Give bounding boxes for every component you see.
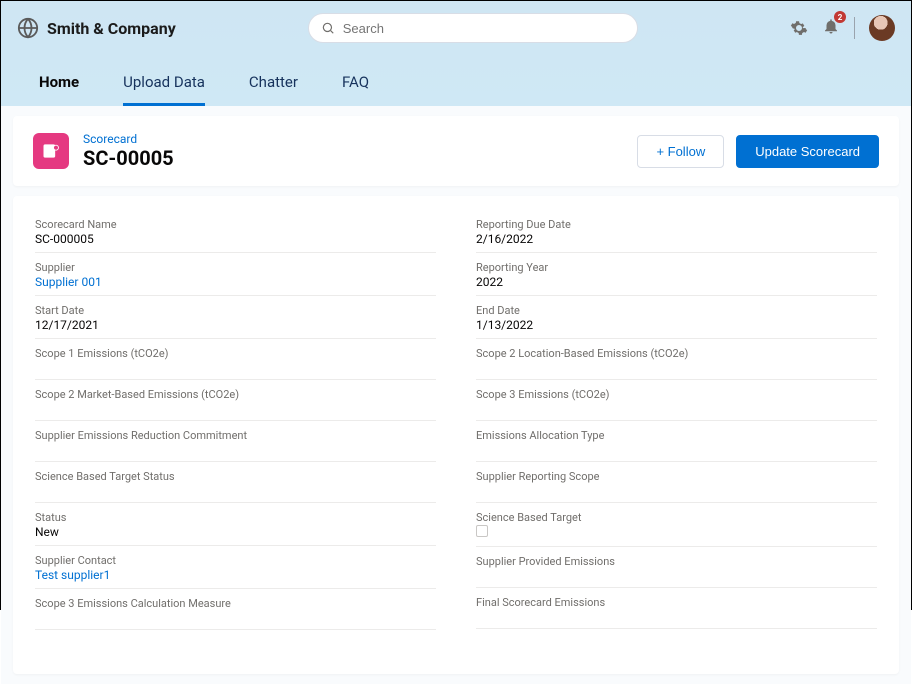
field-label: Supplier Contact xyxy=(35,554,436,567)
scorecard-object-icon xyxy=(33,133,69,169)
field-value xyxy=(476,569,877,581)
notification-badge: 2 xyxy=(834,11,846,23)
field-value: 12/17/2021 xyxy=(35,318,436,332)
field-row[interactable]: Reporting Due Date2/16/2022 xyxy=(476,214,877,253)
user-avatar[interactable] xyxy=(869,15,895,41)
field-label: Scope 2 Location-Based Emissions (tCO2e) xyxy=(476,347,877,360)
field-label: Science Based Target xyxy=(476,511,877,524)
page-content: Scorecard SC-00005 + Follow Update Score… xyxy=(1,106,911,684)
field-value xyxy=(35,611,436,623)
object-label[interactable]: Scorecard xyxy=(83,132,174,146)
setup-gear-icon[interactable] xyxy=(790,19,808,37)
topbar: Smith & Company 2 xyxy=(1,1,911,43)
nav-home[interactable]: Home xyxy=(39,73,79,106)
field-value[interactable]: Test supplier1 xyxy=(35,568,436,582)
field-label: End Date xyxy=(476,304,877,317)
field-value: New xyxy=(35,525,436,539)
primary-nav: Home Upload Data Chatter FAQ xyxy=(1,43,911,106)
field-label: Start Date xyxy=(35,304,436,317)
field-value: 2/16/2022 xyxy=(476,232,877,246)
field-value xyxy=(476,443,877,455)
brand[interactable]: Smith & Company xyxy=(17,17,176,39)
field-label: Supplier Provided Emissions xyxy=(476,555,877,568)
field-row[interactable]: Science Based Target Status xyxy=(35,466,436,503)
global-search[interactable] xyxy=(308,13,638,43)
update-scorecard-button[interactable]: Update Scorecard xyxy=(736,135,879,168)
record-header: Scorecard SC-00005 + Follow Update Score… xyxy=(13,116,899,186)
field-value xyxy=(476,361,877,373)
checkbox-unchecked xyxy=(476,525,488,537)
follow-button[interactable]: + Follow xyxy=(637,135,724,168)
record-actions: + Follow Update Scorecard xyxy=(637,135,879,168)
field-label: Scorecard Name xyxy=(35,218,436,231)
field-row[interactable]: Scope 3 Emissions (tCO2e) xyxy=(476,384,877,421)
field-row[interactable]: Start Date12/17/2021 xyxy=(35,300,436,339)
field-row[interactable]: Supplier Reporting Scope xyxy=(476,466,877,503)
header-utilities: 2 xyxy=(790,15,895,41)
detail-panel: Scorecard NameSC-000005SupplierSupplier … xyxy=(13,196,899,674)
field-row[interactable]: SupplierSupplier 001 xyxy=(35,257,436,296)
field-row[interactable]: Scope 2 Location-Based Emissions (tCO2e) xyxy=(476,343,877,380)
field-value xyxy=(476,610,877,622)
field-value xyxy=(476,484,877,496)
field-row[interactable]: Scope 1 Emissions (tCO2e) xyxy=(35,343,436,380)
brand-name: Smith & Company xyxy=(47,19,176,38)
field-label: Reporting Due Date xyxy=(476,218,877,231)
field-row[interactable]: Supplier ContactTest supplier1 xyxy=(35,550,436,589)
field-row[interactable]: Supplier Provided Emissions xyxy=(476,551,877,588)
detail-col-left: Scorecard NameSC-000005SupplierSupplier … xyxy=(35,214,436,634)
field-value xyxy=(35,361,436,373)
field-label: Status xyxy=(35,511,436,524)
globe-icon xyxy=(17,17,39,39)
field-label: Supplier Emissions Reduction Commitment xyxy=(35,429,436,442)
field-label: Scope 1 Emissions (tCO2e) xyxy=(35,347,436,360)
field-row[interactable]: Scorecard NameSC-000005 xyxy=(35,214,436,253)
header-divider xyxy=(854,17,855,39)
field-row[interactable]: Final Scorecard Emissions xyxy=(476,592,877,629)
field-value xyxy=(476,402,877,414)
field-label: Supplier Reporting Scope xyxy=(476,470,877,483)
field-row[interactable]: Science Based Target xyxy=(476,507,877,547)
search-wrap xyxy=(308,13,638,43)
field-label: Science Based Target Status xyxy=(35,470,436,483)
field-label: Scope 3 Emissions (tCO2e) xyxy=(476,388,877,401)
field-value xyxy=(35,484,436,496)
field-row[interactable]: StatusNew xyxy=(35,507,436,546)
field-value: SC-000005 xyxy=(35,232,436,246)
field-row[interactable]: Reporting Year2022 xyxy=(476,257,877,296)
detail-col-right: Reporting Due Date2/16/2022 Reporting Yea… xyxy=(476,214,877,634)
field-value: 1/13/2022 xyxy=(476,318,877,332)
field-label: Supplier xyxy=(35,261,436,274)
field-row[interactable]: Supplier Emissions Reduction Commitment xyxy=(35,425,436,462)
notifications-button[interactable]: 2 xyxy=(822,17,840,39)
field-row[interactable]: Scope 3 Emissions Calculation Measure xyxy=(35,593,436,630)
field-value[interactable]: Supplier 001 xyxy=(35,275,436,289)
nav-chatter[interactable]: Chatter xyxy=(249,73,298,106)
nav-faq[interactable]: FAQ xyxy=(342,73,369,106)
field-value xyxy=(35,443,436,455)
field-label: Scope 2 Market-Based Emissions (tCO2e) xyxy=(35,388,436,401)
record-name: SC-00005 xyxy=(83,146,174,170)
global-header: Smith & Company 2 xyxy=(1,1,911,106)
field-value xyxy=(35,402,436,414)
field-label: Scope 3 Emissions Calculation Measure xyxy=(35,597,436,610)
field-label: Final Scorecard Emissions xyxy=(476,596,877,609)
field-value: 2022 xyxy=(476,275,877,289)
field-label: Reporting Year xyxy=(476,261,877,274)
field-row[interactable]: Emissions Allocation Type xyxy=(476,425,877,462)
field-value xyxy=(476,525,877,540)
search-input[interactable] xyxy=(343,21,625,36)
search-icon xyxy=(321,21,335,35)
field-label: Emissions Allocation Type xyxy=(476,429,877,442)
field-row[interactable]: Scope 2 Market-Based Emissions (tCO2e) xyxy=(35,384,436,421)
field-row[interactable]: End Date1/13/2022 xyxy=(476,300,877,339)
nav-upload-data[interactable]: Upload Data xyxy=(123,73,205,106)
